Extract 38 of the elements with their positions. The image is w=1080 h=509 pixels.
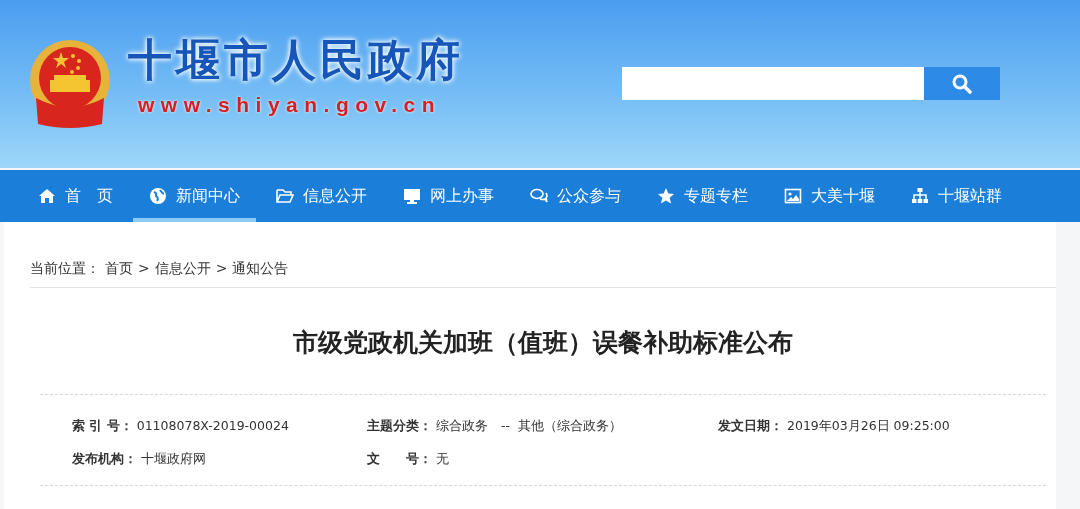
meta-label: 发布机构：	[72, 449, 137, 468]
monitor-icon	[403, 187, 421, 205]
nav-tab[interactable]: 首 页	[22, 170, 129, 222]
star-icon	[657, 187, 675, 205]
nav-tab[interactable]: 十堰站群	[895, 170, 1018, 222]
chat-icon	[530, 187, 548, 205]
folder-icon	[276, 187, 294, 205]
site-name: 十堰市人民政府	[128, 38, 464, 82]
breadcrumb-link[interactable]: 通知公告	[232, 258, 289, 279]
meta-value: 2019年03月26日 09:25:00	[787, 417, 950, 435]
meta-value: 十堰政府网	[141, 449, 206, 468]
globe-icon	[149, 187, 167, 205]
image-icon	[784, 187, 802, 205]
meta-value: 综合政务 -- 其他（综合政务）	[436, 417, 622, 435]
breadcrumb-label: 当前位置：	[30, 259, 100, 278]
breadcrumb-link[interactable]: 首页	[105, 258, 133, 279]
meta-value: 01108078X-2019-00024	[136, 417, 289, 435]
breadcrumb-separator: >	[215, 259, 228, 278]
nav-tab[interactable]: 网上办事	[387, 170, 510, 222]
meta-value: 无	[436, 449, 449, 468]
search-icon	[952, 73, 972, 94]
meta-label: 发文日期：	[718, 417, 783, 435]
nav-tab[interactable]: 信息公开	[260, 170, 383, 222]
article-title: 市级党政机关加班（值班）误餐补助标准公布	[40, 328, 1046, 395]
meta-label: 文 号：	[367, 449, 432, 468]
breadcrumb-separator: >	[138, 259, 150, 278]
nav-tab[interactable]: 专题专栏	[641, 170, 764, 222]
breadcrumb-link[interactable]: 信息公开	[154, 258, 211, 279]
sitemap-icon	[911, 187, 929, 205]
search-field[interactable]	[622, 67, 924, 100]
emblem-icon	[28, 38, 112, 130]
nav-tab[interactable]: 大美十堰	[768, 170, 891, 222]
meta-label: 索 引 号：	[72, 417, 133, 435]
home-icon	[38, 187, 56, 205]
search-button[interactable]	[924, 67, 1000, 100]
meta-label: 主题分类：	[367, 417, 432, 435]
nav-tab[interactable]: 公众参与	[514, 170, 637, 222]
site-url: www.shiyan.gov.cn	[138, 94, 443, 115]
